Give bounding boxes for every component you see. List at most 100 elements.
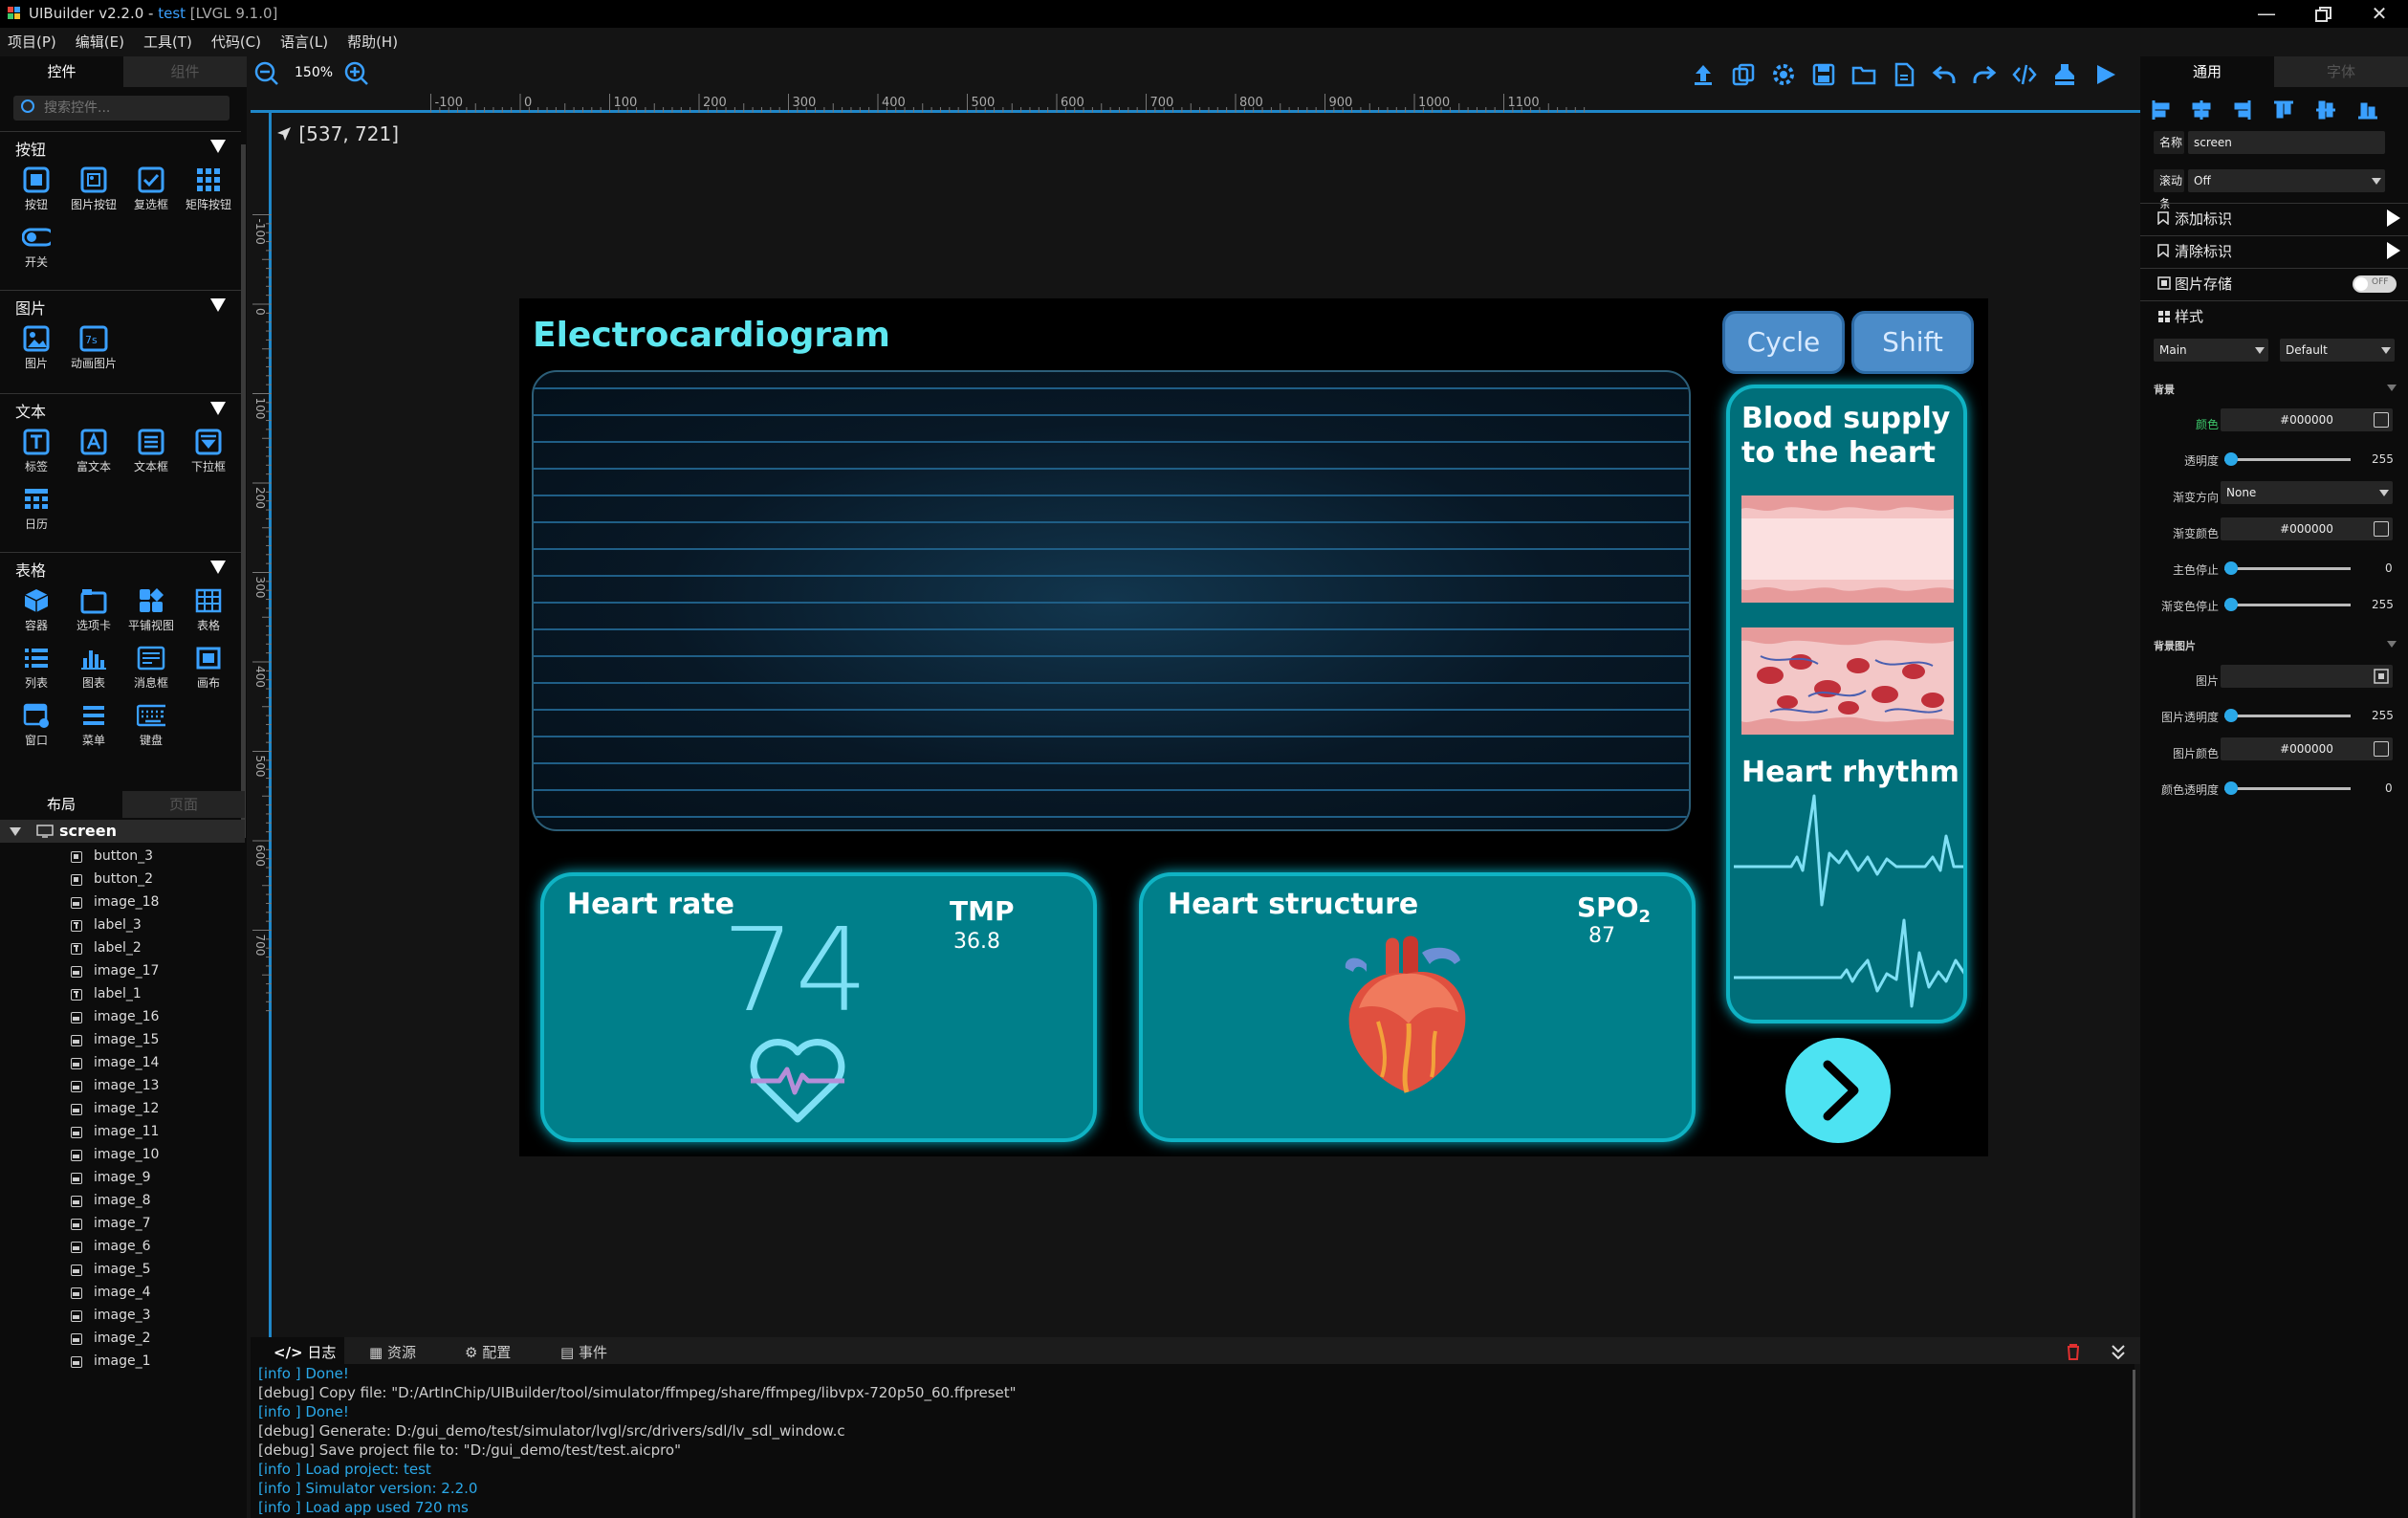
tab-font[interactable]: 字体 bbox=[2274, 56, 2408, 87]
log-scrollbar[interactable] bbox=[2133, 1370, 2135, 1518]
tab-components[interactable]: 组件 bbox=[123, 56, 247, 87]
tree-node[interactable]: image_15 bbox=[71, 1029, 243, 1052]
device-screen[interactable]: Electrocardiogram Cycle Shift Heart rate… bbox=[519, 298, 1988, 1156]
img-color-swatch[interactable] bbox=[2374, 741, 2389, 757]
ecg-display-panel[interactable] bbox=[532, 370, 1691, 831]
widget-richtext[interactable]: 富文本 bbox=[65, 422, 122, 479]
tab-config[interactable]: ⚙ 配置 bbox=[465, 1342, 511, 1362]
tree-node[interactable]: image_9 bbox=[71, 1167, 243, 1190]
name-field[interactable]: screen bbox=[2188, 131, 2385, 154]
build-icon[interactable] bbox=[2052, 62, 2077, 87]
image-picker-icon[interactable] bbox=[2374, 669, 2389, 684]
widget-tileview[interactable]: 平铺视图 bbox=[122, 581, 180, 638]
widget-button-matrix[interactable]: 矩阵按钮 bbox=[180, 160, 237, 217]
grad-color-field[interactable]: #000000 bbox=[2221, 517, 2393, 540]
clear-flag-label[interactable]: 清除标识 bbox=[2175, 241, 2232, 261]
heart-rate-card[interactable]: Heart rate 74 TMP 36.8 bbox=[540, 872, 1097, 1142]
widget-container[interactable]: 容器 bbox=[8, 581, 65, 638]
code-icon[interactable] bbox=[2012, 62, 2037, 87]
tree-node[interactable]: image_16 bbox=[71, 1006, 243, 1029]
open-folder-icon[interactable] bbox=[1851, 62, 1876, 87]
widget-window[interactable]: 窗口 bbox=[8, 695, 65, 753]
style-state-select[interactable]: Default bbox=[2280, 339, 2395, 362]
widget-keyboard[interactable]: 键盘 bbox=[122, 695, 180, 753]
widget-canvas[interactable]: 画布 bbox=[180, 638, 237, 695]
copy-icon[interactable] bbox=[1731, 62, 1756, 87]
main-stop-slider[interactable] bbox=[2224, 561, 2351, 575]
tab-log[interactable]: </> 日志 bbox=[274, 1342, 336, 1362]
save-icon[interactable] bbox=[1811, 62, 1836, 87]
menu-language[interactable]: 语言(L) bbox=[280, 28, 328, 56]
collapse-icon[interactable] bbox=[210, 298, 226, 312]
collapse-bg-img-icon[interactable] bbox=[2387, 641, 2397, 648]
tree-node[interactable]: image_7 bbox=[71, 1213, 243, 1236]
tree-node[interactable]: image_4 bbox=[71, 1282, 243, 1305]
tree-node[interactable]: image_11 bbox=[71, 1121, 243, 1144]
tab-resources[interactable]: ▦ 资源 bbox=[369, 1342, 416, 1362]
category-images[interactable]: 图片 bbox=[0, 290, 241, 318]
blood-supply-card[interactable]: Blood supply to the heart Heart rhythm bbox=[1726, 385, 1967, 1023]
tab-pages[interactable]: 页面 bbox=[122, 791, 245, 818]
category-text[interactable]: 文本 bbox=[0, 393, 241, 421]
tree-node[interactable]: button_3 bbox=[71, 846, 243, 869]
zoom-out-icon[interactable] bbox=[254, 61, 279, 86]
tab-layout[interactable]: 布局 bbox=[0, 791, 122, 818]
widget-textarea[interactable]: 文本框 bbox=[122, 422, 180, 479]
tree-root-screen[interactable]: screen bbox=[0, 820, 245, 843]
menu-help[interactable]: 帮助(H) bbox=[347, 28, 398, 56]
opa-slider[interactable] bbox=[2224, 452, 2351, 466]
category-tables[interactable]: 表格 bbox=[0, 552, 241, 580]
tree-node[interactable]: image_18 bbox=[71, 891, 243, 914]
collapse-icon[interactable] bbox=[210, 561, 226, 574]
log-output[interactable]: [info ] Done! [debug] Copy file: "D:/ArtI… bbox=[251, 1364, 2134, 1518]
collapse-bg-icon[interactable] bbox=[2387, 385, 2397, 391]
upload-icon[interactable] bbox=[1691, 62, 1716, 87]
widget-chart[interactable]: 图表 bbox=[65, 638, 122, 695]
zoom-level[interactable]: 150% bbox=[295, 65, 333, 80]
menu-code[interactable]: 代码(C) bbox=[211, 28, 261, 56]
tree-node[interactable]: label_1 bbox=[71, 983, 243, 1006]
image-store-toggle[interactable]: OFF bbox=[2353, 275, 2397, 293]
ecg-title[interactable]: Electrocardiogram bbox=[533, 316, 890, 355]
color-opa-slider[interactable] bbox=[2224, 781, 2351, 795]
widget-msgbox[interactable]: 消息框 bbox=[122, 638, 180, 695]
tree-node[interactable]: image_6 bbox=[71, 1236, 243, 1259]
collapse-icon[interactable] bbox=[210, 140, 226, 153]
widget-tabview[interactable]: 选项卡 bbox=[65, 581, 122, 638]
scrollbar-select[interactable]: Off bbox=[2188, 169, 2385, 192]
tab-general[interactable]: 通用 bbox=[2140, 56, 2274, 87]
align-toolbar[interactable] bbox=[2150, 99, 2402, 121]
tree-node[interactable]: image_17 bbox=[71, 960, 243, 983]
add-flag-label[interactable]: 添加标识 bbox=[2175, 209, 2232, 229]
tab-widgets[interactable]: 控件 bbox=[0, 56, 123, 87]
grad-color-swatch[interactable] bbox=[2374, 521, 2389, 537]
zoom-in-icon[interactable] bbox=[344, 61, 369, 86]
collapse-icon[interactable] bbox=[210, 402, 226, 415]
widget-table[interactable]: 表格 bbox=[180, 581, 237, 638]
tree-node[interactable]: image_14 bbox=[71, 1052, 243, 1075]
grad-stop-slider[interactable] bbox=[2224, 598, 2351, 611]
widget-image[interactable]: 图片 bbox=[8, 319, 65, 376]
expand-add-flag-icon[interactable] bbox=[2387, 209, 2400, 227]
redo-icon[interactable] bbox=[1972, 62, 1997, 87]
widget-label-widget[interactable]: 标签 bbox=[8, 422, 65, 479]
tab-events[interactable]: ▤ 事件 bbox=[560, 1342, 607, 1362]
widget-calendar[interactable]: 日历 bbox=[8, 479, 65, 537]
color-field[interactable]: #000000 bbox=[2221, 408, 2393, 431]
collapse-panel-icon[interactable] bbox=[2110, 1343, 2127, 1360]
undo-icon[interactable] bbox=[1932, 62, 1957, 87]
expand-clear-flag-icon[interactable] bbox=[2387, 242, 2400, 259]
new-file-icon[interactable] bbox=[1892, 62, 1916, 87]
widget-panel-scrollbar[interactable] bbox=[241, 144, 246, 838]
tree-node[interactable]: label_3 bbox=[71, 914, 243, 937]
widget-search[interactable] bbox=[13, 96, 230, 121]
menu-tools[interactable]: 工具(T) bbox=[143, 28, 192, 56]
color-swatch[interactable] bbox=[2374, 412, 2389, 428]
widget-menu[interactable]: 菜单 bbox=[65, 695, 122, 753]
style-part-select[interactable]: Main bbox=[2154, 339, 2268, 362]
minimize-button[interactable]: — bbox=[2243, 0, 2290, 28]
next-button[interactable] bbox=[1785, 1038, 1891, 1143]
tree-node[interactable]: image_5 bbox=[71, 1259, 243, 1282]
category-buttons[interactable]: 按钮 bbox=[0, 131, 241, 159]
close-button[interactable]: ✕ bbox=[2355, 0, 2403, 28]
